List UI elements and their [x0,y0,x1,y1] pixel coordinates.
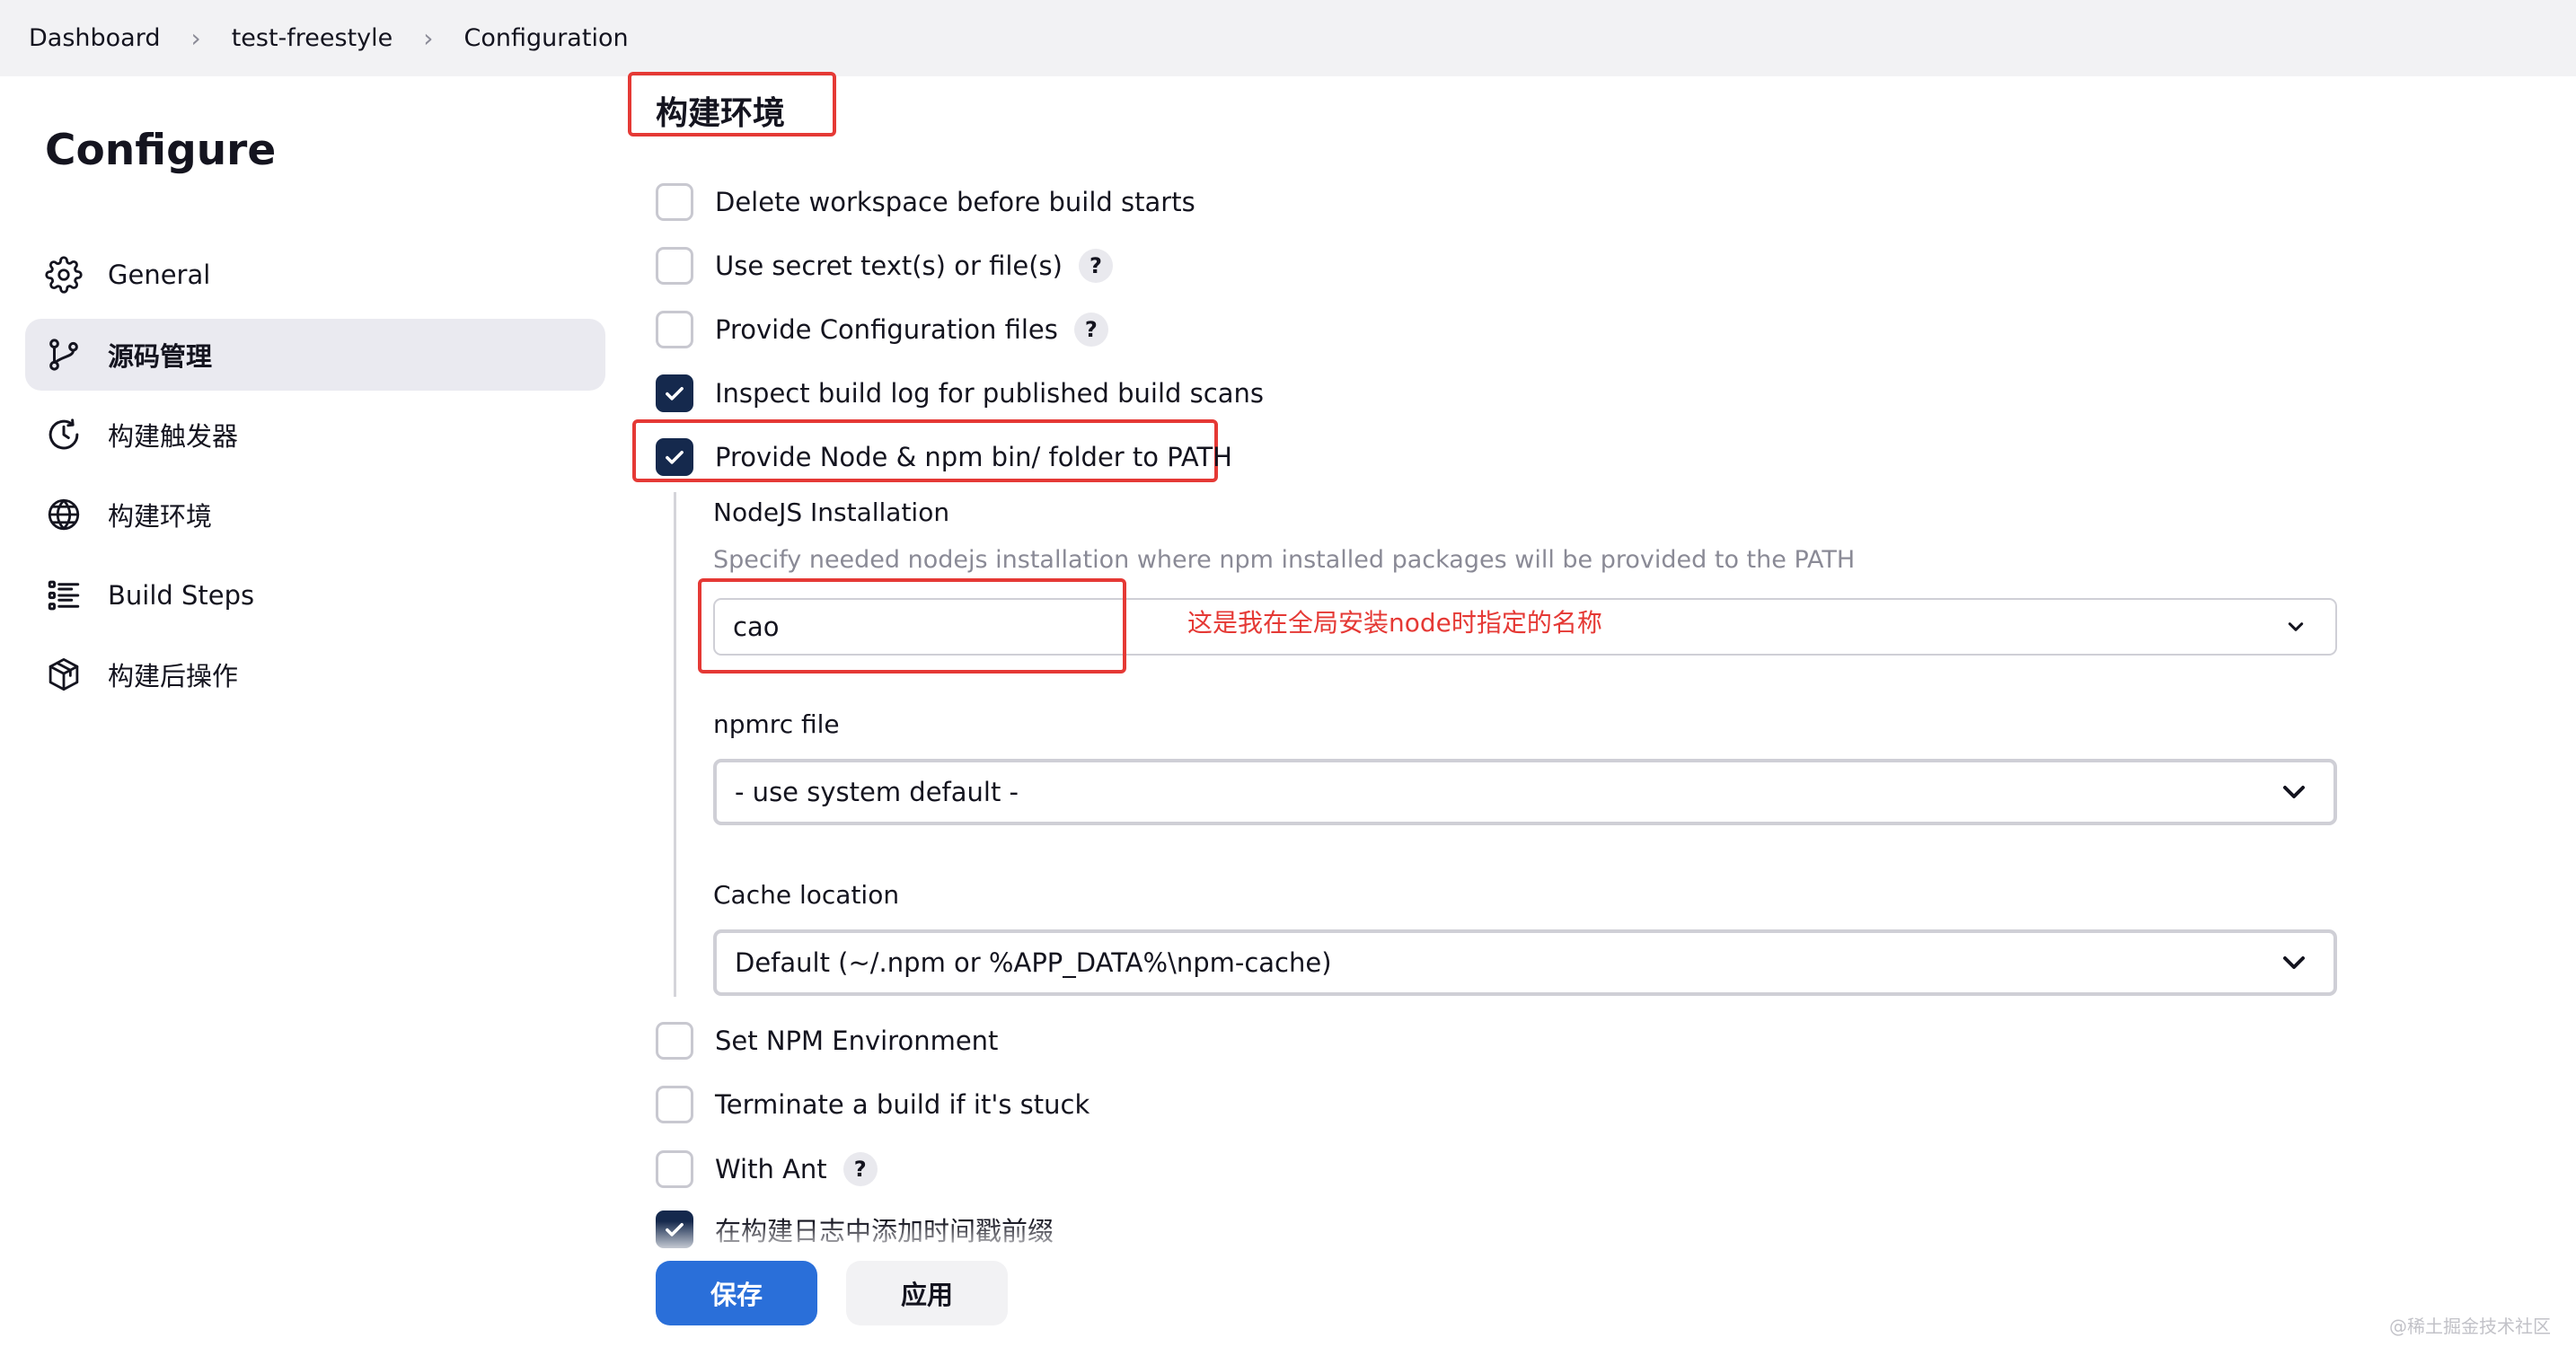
select-value: Default (~/.npm or %APP_DATA%\npm-cache) [735,947,1332,978]
sidebar-item-build-environment[interactable]: 构建环境 [25,479,605,550]
sidebar-item-label: Build Steps [108,580,255,611]
bottom-bar-fade [629,1221,2380,1257]
option-provide-config-files[interactable]: Provide Configuration files ? [656,308,1108,351]
option-provide-node-npm[interactable]: Provide Node & npm bin/ folder to PATH [656,436,1232,479]
option-label: Inspect build log for published build sc… [715,378,1264,409]
nodejs-installation-description: Specify needed nodejs installation where… [713,546,1856,574]
list-icon [45,577,83,614]
option-terminate-stuck-build[interactable]: Terminate a build if it's stuck [656,1083,1090,1126]
sidebar-item-label: 构建环境 [108,501,213,532]
sidebar-item-source-control[interactable]: 源码管理 [25,319,605,391]
chevron-down-icon [2276,945,2312,981]
chevron-right-icon: › [423,23,434,53]
sidebar-item-label: 构建后操作 [108,661,239,691]
option-label: Provide Configuration files [715,314,1058,345]
checkbox[interactable] [656,311,693,348]
sidebar-item-label: 构建触发器 [108,421,239,452]
checkbox[interactable] [656,247,693,285]
checkbox[interactable] [656,1022,693,1060]
checkbox[interactable] [656,1086,693,1123]
option-with-ant[interactable]: With Ant ? [656,1148,878,1191]
cache-location-label: Cache location [713,880,900,910]
page-title: Configure [45,126,277,175]
watermark: @稀土掘金技术社区 [2389,1316,2551,1337]
check-icon [666,387,684,401]
gear-icon [45,256,83,294]
sidebar-item-label: General [108,260,211,290]
breadcrumb-configuration[interactable]: Configuration [463,24,628,52]
sidebar-item-post-build[interactable]: 构建后操作 [25,638,605,710]
option-label: Use secret text(s) or file(s) [715,251,1063,281]
checkbox[interactable] [656,1150,693,1188]
option-label: Set NPM Environment [715,1026,999,1056]
help-icon[interactable]: ? [1078,249,1113,283]
sidebar-item-build-steps[interactable]: Build Steps [25,559,605,631]
sidebar-item-build-triggers[interactable]: 构建触发器 [25,399,605,471]
clock-icon [45,416,83,453]
option-delete-workspace[interactable]: Delete workspace before build starts [656,180,1195,224]
annotation-text: 这是我在全局安装node时指定的名称 [1187,608,1602,638]
sidebar-item-label: 源码管理 [108,341,213,372]
section-title: 构建环境 [656,95,786,132]
option-use-secret[interactable]: Use secret text(s) or file(s) ? [656,244,1113,287]
save-button[interactable]: 保存 [656,1261,817,1325]
select-value: - use system default - [735,777,1019,807]
help-icon[interactable]: ? [1073,313,1108,347]
nested-indent-line [674,492,676,997]
npmrc-file-select[interactable]: - use system default - [713,759,2337,825]
globe-icon [45,496,83,533]
chevron-down-icon [2278,609,2314,645]
help-icon[interactable]: ? [842,1152,878,1186]
option-inspect-build-log[interactable]: Inspect build log for published build sc… [656,372,1264,415]
package-icon [45,656,83,693]
breadcrumb: Dashboard › test-freestyle › Configurati… [0,0,2576,76]
option-label: With Ant [715,1154,827,1184]
option-label: Delete workspace before build starts [715,187,1195,217]
cache-location-select[interactable]: Default (~/.npm or %APP_DATA%\npm-cache) [713,929,2337,996]
checkbox[interactable] [656,183,693,221]
apply-button[interactable]: 应用 [846,1261,1008,1325]
option-label: Provide Node & npm bin/ folder to PATH [715,442,1232,472]
breadcrumb-dashboard[interactable]: Dashboard [29,24,160,52]
source-branch-icon [45,336,83,374]
breadcrumb-test-freestyle[interactable]: test-freestyle [232,24,393,52]
checkbox-checked[interactable] [656,438,693,476]
checkbox-checked[interactable] [656,374,693,412]
chevron-down-icon [2276,774,2312,810]
chevron-right-icon: › [190,23,201,53]
highlight-box-nodejs-installation [698,578,1126,674]
npmrc-file-label: npmrc file [713,709,840,739]
sidebar-item-general[interactable]: General [25,239,605,311]
option-label: Terminate a build if it's stuck [715,1089,1090,1120]
check-icon [666,451,684,464]
nodejs-installation-label: NodeJS Installation [713,497,950,527]
option-set-npm-environment[interactable]: Set NPM Environment [656,1019,998,1062]
